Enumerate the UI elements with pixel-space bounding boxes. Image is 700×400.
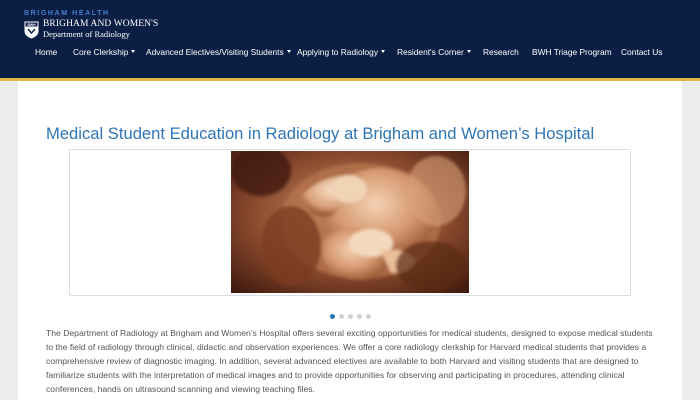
slider-pagination: [330, 314, 372, 320]
chevron-down-icon: [466, 50, 471, 54]
brand-top-text: BRIGHAM HEALTH: [24, 10, 110, 17]
main-navigation: Home Core Clerkship Advanced Electives/V…: [0, 47, 700, 61]
slider-dot-5[interactable]: [366, 314, 371, 319]
nav-advanced-electives[interactable]: Advanced Electives/Visiting Students: [146, 47, 291, 57]
ultrasound-photo: [231, 151, 469, 293]
nav-bwh-triage-program[interactable]: BWH Triage Program: [532, 47, 612, 57]
nav-core-clerkship[interactable]: Core Clerkship: [73, 47, 136, 57]
chevron-down-icon: [131, 50, 136, 54]
nav-home[interactable]: Home: [35, 47, 57, 57]
slider-dot-1[interactable]: [330, 314, 335, 319]
slide-image-fetal-ultrasound[interactable]: [231, 151, 469, 293]
nav-research-label: Research: [483, 47, 519, 57]
brand-name: BRIGHAM AND WOMEN'S: [43, 19, 159, 29]
site-logo[interactable]: BRIGHAM HEALTH BWH BRIGHAM AND WOMEN'S D…: [24, 10, 158, 44]
brand-department: Department of Radiology: [43, 29, 130, 39]
nav-core-clerkship-label: Core Clerkship: [73, 47, 129, 57]
nav-contact-label: Contact Us: [621, 47, 663, 57]
nav-residents-corner-label: Resident's Corner: [397, 47, 464, 57]
nav-advanced-electives-label: Advanced Electives/Visiting Students: [146, 47, 284, 57]
chevron-down-icon: [286, 50, 291, 54]
nav-applying-label: Applying to Radiology: [297, 47, 379, 57]
nav-contact-us[interactable]: Contact Us: [621, 47, 662, 57]
slider-dot-2[interactable]: [339, 314, 344, 319]
nav-applying-to-radiology[interactable]: Applying to Radiology: [297, 47, 386, 57]
nav-research[interactable]: Research: [483, 47, 519, 57]
slider-dot-3[interactable]: [348, 314, 353, 319]
nav-home-label: Home: [35, 47, 58, 57]
page-title: Medical Student Education in Radiology a…: [46, 124, 595, 143]
nav-triage-label: BWH Triage Program: [532, 47, 612, 57]
nav-residents-corner[interactable]: Resident's Corner: [397, 47, 471, 57]
slider-dot-4[interactable]: [357, 314, 362, 319]
intro-paragraph: The Department of Radiology at Brigham a…: [46, 328, 653, 395]
bwh-shield-icon: BWH: [24, 21, 39, 39]
shield-label: BWH: [27, 23, 36, 27]
chevron-down-icon: [381, 50, 386, 54]
